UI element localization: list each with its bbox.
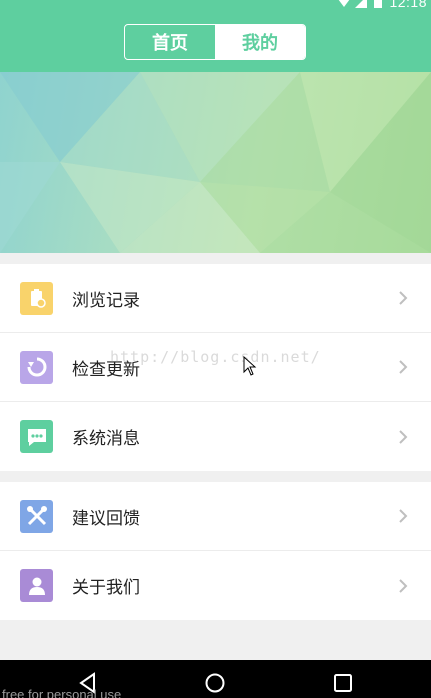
status-time: 12:18 <box>389 0 427 10</box>
tools-icon <box>20 499 53 533</box>
menu-group-1: 浏览记录 检查更新 系统消息 <box>0 264 431 471</box>
menu-label-history: 浏览记录 <box>72 290 140 311</box>
message-icon <box>20 420 53 453</box>
menu-label-messages: 系统消息 <box>72 429 140 449</box>
menu-item-history[interactable]: 浏览记录 <box>0 264 431 333</box>
home-icon[interactable] <box>204 672 226 694</box>
menu-item-about[interactable]: 关于我们 <box>0 551 431 620</box>
chevron-right-icon <box>399 360 408 374</box>
status-bar: 12:18 <box>0 0 431 16</box>
app-header: 首页 我的 <box>0 16 431 72</box>
banner-polygon-art <box>0 72 431 253</box>
tab-mine[interactable]: 我的 <box>215 25 305 59</box>
menu-label-feedback: 建议回馈 <box>72 508 140 529</box>
history-icon <box>20 281 53 315</box>
signal-icon <box>355 0 368 8</box>
tab-switcher: 首页 我的 <box>124 24 306 60</box>
profile-banner <box>0 72 431 253</box>
menu-item-feedback[interactable]: 建议回馈 <box>0 482 431 551</box>
chevron-right-icon <box>399 291 408 305</box>
recents-icon[interactable] <box>333 672 353 694</box>
chevron-right-icon <box>399 429 408 444</box>
footer-font-credit: free for personal use <box>2 687 122 698</box>
update-icon <box>20 350 53 384</box>
menu-label-update: 检查更新 <box>72 359 140 380</box>
chevron-right-icon <box>399 509 408 523</box>
mouse-cursor-icon <box>243 356 257 376</box>
tab-home[interactable]: 首页 <box>125 25 215 59</box>
battery-icon <box>374 0 383 8</box>
menu-label-about: 关于我们 <box>72 578 140 598</box>
wifi-icon <box>339 0 350 7</box>
menu-item-update[interactable]: 检查更新 <box>0 333 431 402</box>
chevron-right-icon <box>399 578 408 593</box>
menu-group-2: 建议回馈 关于我们 <box>0 482 431 620</box>
about-icon <box>20 569 53 602</box>
menu-item-messages[interactable]: 系统消息 <box>0 402 431 471</box>
status-icons: 12:18 <box>338 0 427 10</box>
